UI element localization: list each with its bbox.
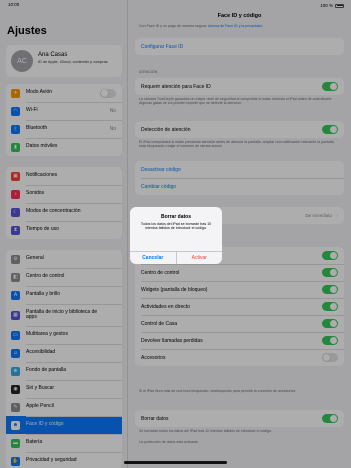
cancel-button[interactable]: Cancelar [130,252,177,264]
home-indicator [124,461,227,464]
erase-data-alert: Borrar datos Todos los datos del iPad se… [130,207,222,264]
alert-title: Borrar datos [160,214,191,220]
activate-button[interactable]: Activar [177,252,223,264]
alert-message: Todos los datos del iPad se borrarán tra… [140,222,212,231]
